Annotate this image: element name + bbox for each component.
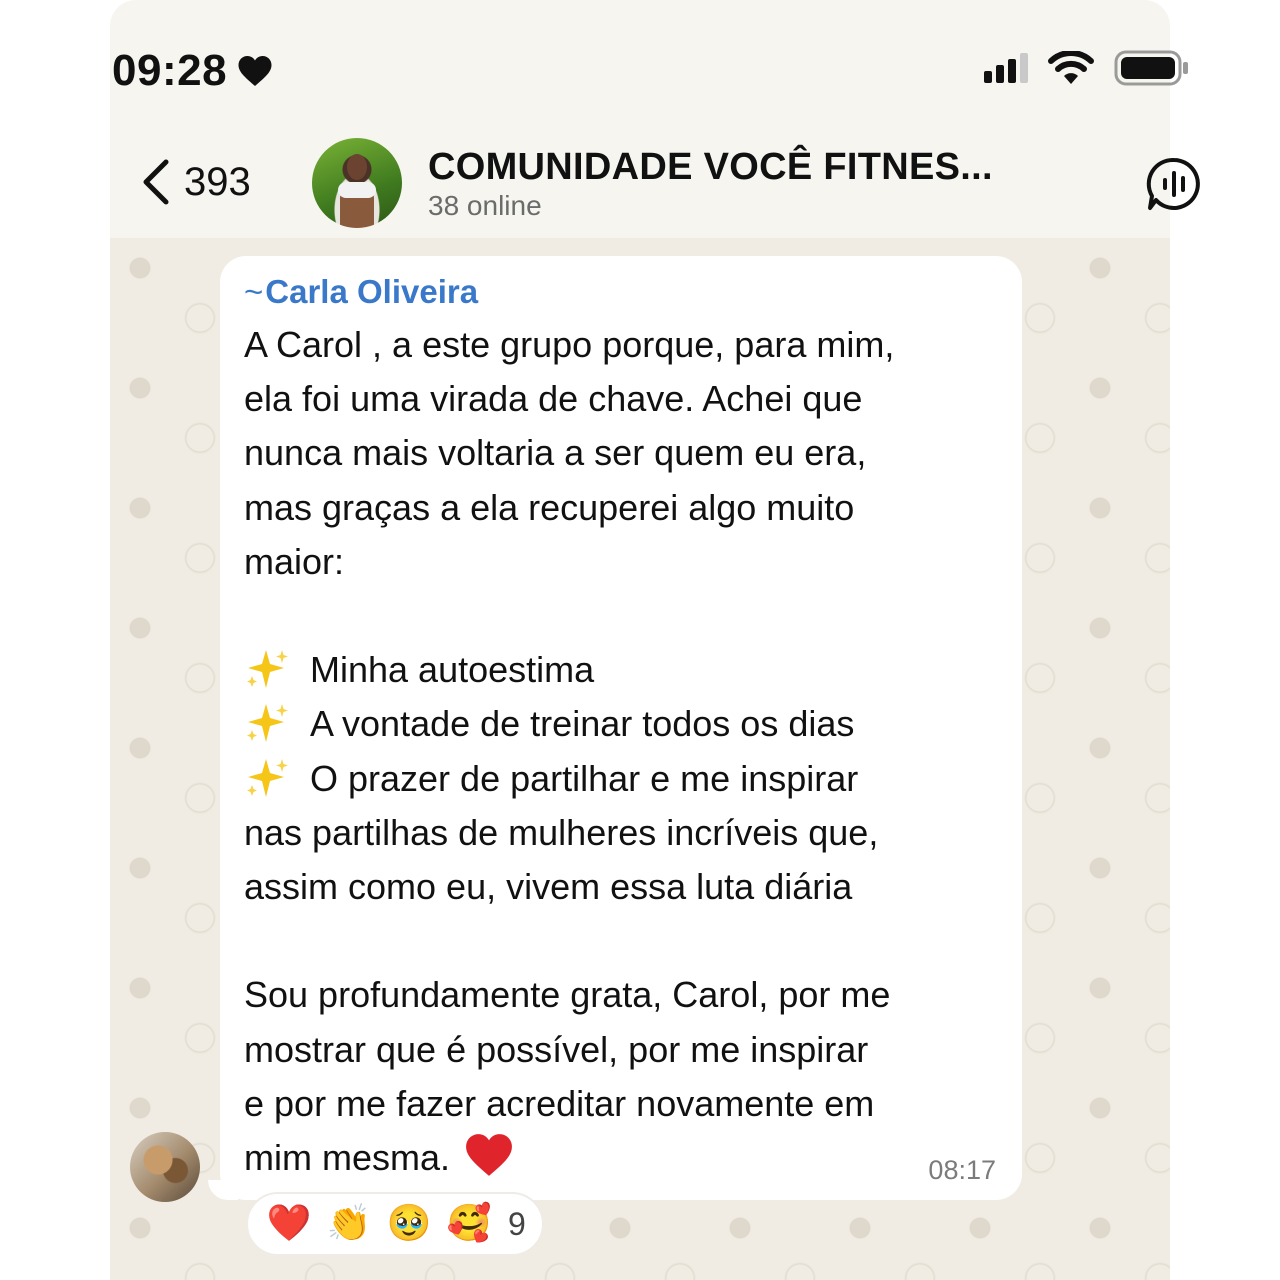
sender-name[interactable]: ~Carla Oliveira — [244, 272, 998, 312]
message-line: mas graças a ela recuperei algo muito — [244, 486, 855, 528]
audio-call-button[interactable] — [1146, 156, 1202, 217]
sparkles-icon — [244, 702, 290, 743]
reaction-pleading-face: 🥹 — [386, 1203, 432, 1244]
sparkles-icon — [244, 648, 290, 689]
back-button[interactable]: 393 — [140, 158, 251, 206]
online-status: 38 online — [428, 190, 542, 221]
reaction-clap: 👏 — [326, 1203, 372, 1244]
bullet-line: Minha autoestima — [244, 643, 998, 697]
message-line: maior: — [244, 540, 345, 582]
status-time-text: 09:28 — [112, 46, 228, 95]
group-avatar[interactable] — [312, 138, 402, 228]
reactions-bar[interactable]: ❤️ 👏 🥹 🥰 9 — [246, 1192, 544, 1256]
battery-icon — [1114, 50, 1188, 86]
status-icons — [984, 50, 1190, 86]
chevron-left-icon — [143, 159, 169, 205]
sparkles-icon — [244, 757, 290, 797]
sender-avatar[interactable] — [130, 1132, 200, 1202]
reaction-count: 9 — [508, 1205, 526, 1242]
message-line: mostrar que é possível, por me inspirar — [244, 1028, 869, 1070]
message-line: nas partilhas de mulheres incríveis que, — [244, 811, 879, 853]
unread-count: 393 — [184, 159, 251, 204]
message-line: e por me fazer acreditar novamente em — [244, 1082, 875, 1124]
message-text: A Carol , a este grupo porque, para mim,… — [244, 318, 998, 1193]
message-line: nunca mais voltaria a ser quem eu era, — [244, 432, 867, 474]
bullet-line: A vontade de treinar todos os dias — [244, 697, 998, 751]
cellular-signal-icon — [984, 53, 1028, 83]
bullet-text: A vontade de treinar todos os dias — [310, 703, 855, 745]
message-line: A Carol , a este grupo porque, para mim, — [244, 324, 895, 365]
bullet-line: O prazer de partilhar e me inspirar — [244, 752, 998, 806]
message-line: Sou profundamente grata, Carol, por me — [244, 974, 891, 1016]
message-line-text: mim mesma. — [244, 1137, 450, 1179]
reaction-smiling-hearts: 🥰 — [446, 1203, 492, 1244]
message-line: mim mesma. — [244, 1131, 998, 1193]
bullet-text: Minha autoestima — [310, 649, 595, 691]
heart-icon — [238, 56, 272, 86]
audio-call-icon — [1146, 157, 1200, 210]
message-bubble[interactable]: ~Carla Oliveira A Carol , a este grupo p… — [220, 256, 1022, 1200]
sender-name-text: Carla Oliveira — [265, 273, 479, 310]
message-line: assim como eu, vivem essa luta diária — [244, 866, 853, 908]
wifi-icon — [1048, 51, 1094, 84]
message-line: ela foi uma virada de chave. Achei que — [244, 378, 863, 420]
group-name[interactable]: COMUNIDADE VOCÊ FITNES... — [428, 146, 993, 189]
status-time: 09:28 — [112, 46, 273, 96]
sender-prefix: ~ — [244, 273, 264, 310]
bullet-text: O prazer de partilhar e me inspirar — [310, 757, 859, 799]
red-heart-icon — [464, 1132, 514, 1193]
reaction-heart: ❤️ — [266, 1203, 312, 1244]
message-time: 08:17 — [928, 1155, 996, 1185]
